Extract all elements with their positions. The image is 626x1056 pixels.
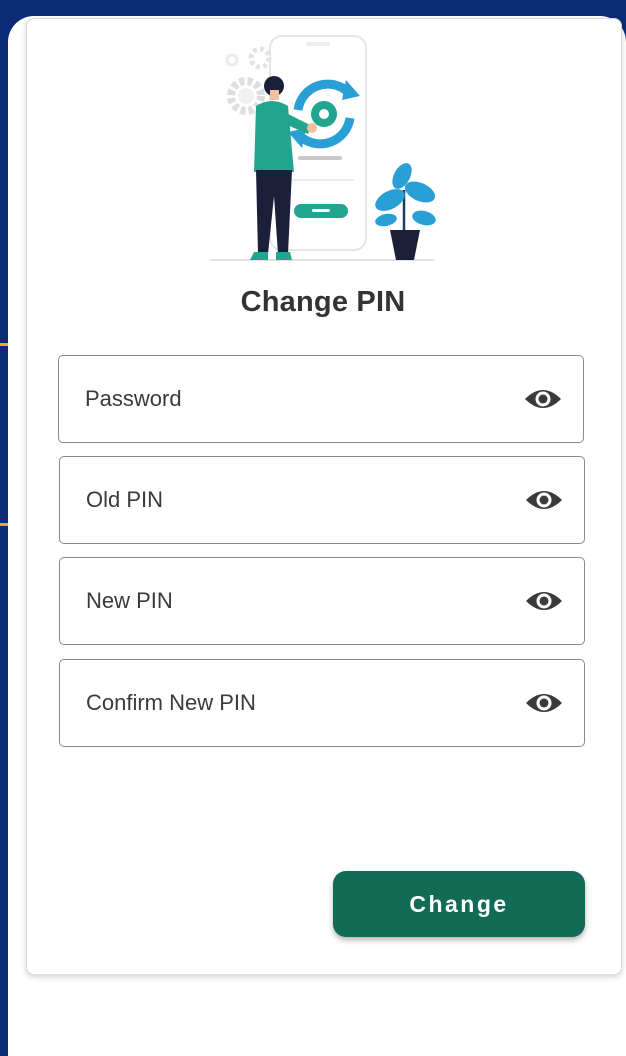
password-input[interactable]	[85, 356, 505, 442]
eye-icon[interactable]	[524, 586, 564, 616]
eye-icon[interactable]	[523, 384, 563, 414]
password-field[interactable]	[58, 355, 584, 443]
eye-icon[interactable]	[524, 688, 564, 718]
confirm-new-pin-field[interactable]	[59, 659, 585, 747]
change-button[interactable]: Change	[333, 871, 585, 937]
old-pin-field[interactable]	[59, 456, 585, 544]
page-title: Change PIN	[240, 286, 406, 318]
eye-icon[interactable]	[524, 485, 564, 515]
new-pin-field[interactable]	[59, 557, 585, 645]
new-pin-input[interactable]	[86, 558, 506, 644]
confirm-new-pin-input[interactable]	[86, 660, 506, 746]
change-pin-illustration	[210, 35, 436, 261]
old-pin-input[interactable]	[86, 457, 506, 543]
